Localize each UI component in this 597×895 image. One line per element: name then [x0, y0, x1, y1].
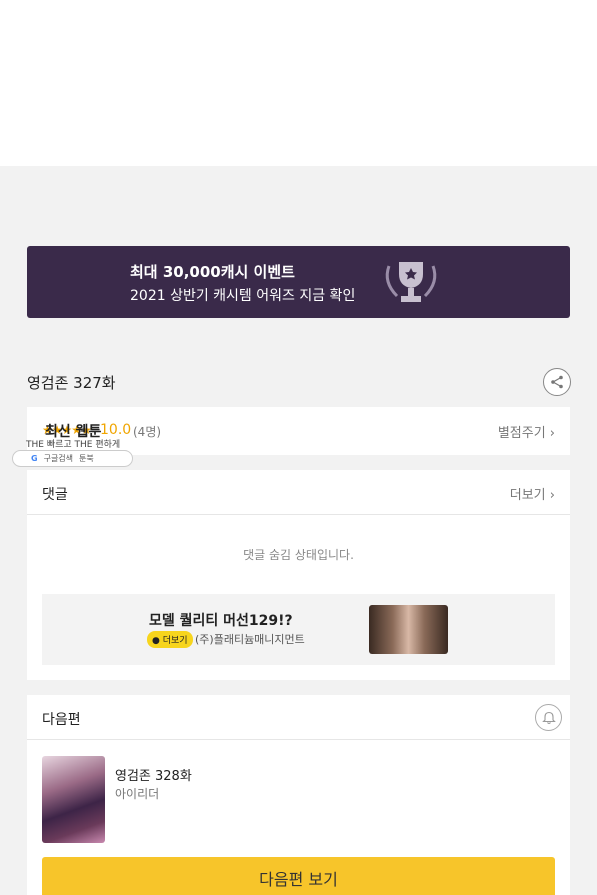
next-episode-section: 다음편 영검존 328화 아이리더 다음편 보기 — [27, 695, 570, 895]
next-episode-header: 다음편 — [27, 695, 570, 740]
next-episode-thumbnail[interactable] — [42, 756, 105, 843]
toonbook-label: 툰북 — [79, 454, 94, 463]
next-episode-author: 아이리더 — [115, 787, 160, 801]
banner-title: 최대 30,000캐시 이벤트 — [130, 263, 295, 281]
sponsored-ad[interactable]: 모델 퀄리티 머선129!? ● 더보기 (주)플래티늄매니지먼트 — [42, 594, 555, 665]
next-episode-label: 다음편 — [42, 712, 81, 728]
share-icon — [551, 375, 563, 389]
comment-section: 댓글 더보기 › 댓글 숨김 상태입니다. 모델 퀄리티 머선129!? ● 더… — [27, 470, 570, 680]
rating-count: (4명) — [133, 425, 162, 439]
chevron-right-icon: › — [549, 488, 555, 503]
floating-search-ad[interactable]: THE 빠르고 THE 편하게 G 구글검색 툰북 — [12, 436, 134, 468]
next-episode-button[interactable]: 다음편 보기 — [42, 857, 555, 895]
trophy-icon — [385, 262, 437, 302]
google-search-label: 구글검색 — [43, 454, 74, 463]
banner-subtitle: 2021 상반기 캐시템 어워즈 지금 확인 — [130, 288, 356, 304]
google-icon: G — [31, 454, 38, 463]
share-button[interactable] — [543, 368, 571, 396]
chevron-right-icon: › — [549, 426, 555, 441]
next-episode-title[interactable]: 영검존 328화 — [115, 765, 192, 784]
notify-button[interactable] — [535, 704, 562, 731]
comment-header: 댓글 더보기 › — [27, 470, 570, 515]
comment-more-button[interactable]: 더보기 › — [510, 484, 555, 503]
ad-chip-label: 더보기 — [162, 636, 188, 646]
bell-icon — [541, 711, 556, 724]
comment-hidden-message: 댓글 숨김 상태입니다. — [243, 548, 354, 562]
top-ad-area — [0, 0, 597, 166]
floating-ad-pill[interactable]: G 구글검색 툰북 — [12, 450, 133, 467]
rate-button-label: 별점주기 — [497, 426, 546, 441]
chat-bubble-icon: ● — [152, 636, 160, 646]
ad-company: (주)플래티늄매니지먼트 — [195, 633, 305, 646]
ad-thumbnail — [369, 605, 448, 654]
comment-more-label: 더보기 — [509, 488, 546, 503]
ad-more-chip[interactable]: ● 더보기 — [147, 631, 193, 648]
rate-button[interactable]: 별점주기 › — [498, 422, 555, 441]
episode-title: 영검존 327화 — [27, 374, 116, 392]
floating-ad-tagline: THE 빠르고 THE 편하게 — [26, 440, 121, 450]
event-banner[interactable]: 최대 30,000캐시 이벤트 2021 상반기 캐시템 어워즈 지금 확인 — [27, 246, 570, 318]
ad-title: 모델 퀄리티 머선129!? — [149, 613, 293, 629]
comment-label: 댓글 — [42, 487, 68, 503]
